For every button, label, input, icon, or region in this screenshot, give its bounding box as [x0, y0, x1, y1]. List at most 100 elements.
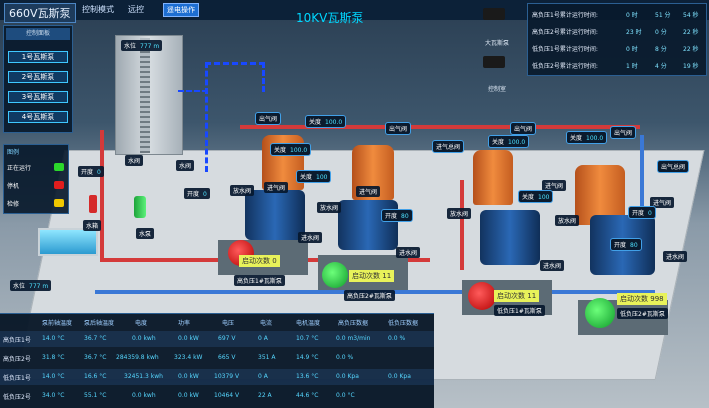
pump-1-button[interactable]: 1号瓦斯泵 — [8, 51, 68, 63]
table-cell: 0.0 Kpa — [388, 373, 411, 380]
pipe — [178, 90, 208, 93]
outlet-valve-label: 出气阀 — [385, 122, 412, 135]
close-value: 100.0 — [508, 139, 526, 146]
close-tag: 关度 100.0 — [270, 143, 312, 156]
table-cell: 665 V — [218, 354, 236, 361]
column-header: 电度 — [135, 320, 148, 327]
control-mode-label: 控制模式 — [82, 5, 114, 14]
pump-3-button[interactable]: 3号瓦斯泵 — [8, 91, 68, 103]
table-cell: 351 A — [258, 354, 276, 361]
close-label: 关度 — [309, 119, 322, 126]
pump-body[interactable] — [480, 210, 540, 265]
runtime-seconds: 19 秒 — [683, 63, 699, 70]
motor-running-icon[interactable] — [585, 298, 615, 328]
table-row — [0, 350, 434, 366]
close-tag: 关度 100 — [518, 190, 554, 203]
bottom-level-value: 777 m — [29, 283, 49, 290]
camera-icon[interactable] — [483, 56, 505, 68]
outlet-valve-label: 出气阀 — [255, 112, 282, 125]
runtime-minutes: 51 分 — [655, 12, 671, 19]
close-label: 关度 — [492, 139, 505, 146]
separator-tank — [473, 150, 513, 205]
start-count-label: 启动次数 — [620, 295, 648, 303]
close-label: 关度 — [570, 135, 583, 142]
stopped-status-icon — [54, 181, 64, 189]
runtime-panel: 高负压1号累计运行时间: 0 时 51 分 54 秒 高负压2号累计运行时间: … — [527, 3, 707, 76]
table-cell: 13.6 °C — [296, 373, 319, 380]
opening-tag: 开度 80 — [381, 209, 413, 222]
pump-name: 低负压1#瓦斯泵 — [494, 305, 545, 316]
drain-valve-label: 放水阀 — [317, 202, 342, 213]
inwater-valve-label: 进水阀 — [663, 251, 688, 262]
inlet-valve-label: 进气阀 — [356, 186, 381, 197]
start-count-tag: 启动次数 11 — [494, 290, 540, 302]
inwater-valve-label: 进水阀 — [298, 232, 323, 243]
motor-running-icon[interactable] — [322, 262, 348, 288]
opening-tag: 开度 80 — [610, 238, 642, 251]
opening-label: 开度 — [81, 169, 94, 176]
start-count-tag: 启动次数 11 — [349, 270, 395, 282]
column-header: 功率 — [178, 320, 191, 327]
close-label: 关度 — [300, 174, 313, 181]
pump-body[interactable] — [338, 200, 398, 250]
table-cell: 10464 V — [214, 392, 240, 399]
maintenance-status-icon — [54, 199, 64, 207]
running-status-icon — [54, 163, 64, 171]
valve-icon[interactable] — [89, 195, 97, 213]
close-value: 100.0 — [290, 147, 308, 154]
column-header: 高负压数据 — [338, 320, 369, 327]
row-label: 高负压1号 — [3, 337, 31, 344]
opening-value: 0 — [648, 210, 652, 217]
opening-tag: 开度 0 — [628, 206, 656, 219]
table-cell: 16.6 °C — [84, 373, 107, 380]
close-value: 100 — [316, 174, 328, 181]
water-valve-label: 水阀 — [125, 155, 144, 166]
legend-title: 图例 — [7, 149, 20, 156]
bottom-level-label: 水位 — [13, 283, 26, 290]
start-count-label: 启动次数 — [352, 272, 380, 280]
table-cell: 14.9 °C — [296, 354, 319, 361]
legend-running-label: 正在运行 — [7, 165, 32, 172]
pipe — [100, 130, 104, 260]
local-op-button[interactable]: 遥电操作 — [163, 3, 199, 17]
inwater-valve-label: 进水阀 — [396, 247, 421, 258]
table-cell: 44.6 °C — [296, 392, 319, 399]
table-cell: 22 A — [258, 392, 272, 399]
runtime-minutes: 8 分 — [655, 46, 667, 53]
camera-control-label: 控制室 — [488, 86, 507, 93]
pump-body[interactable] — [245, 190, 305, 240]
top-level-value: 777 m — [140, 43, 160, 50]
inwater-valve-label: 进水阀 — [540, 260, 565, 271]
motor-stopped-icon[interactable] — [468, 282, 496, 310]
camera-icon[interactable] — [483, 8, 505, 20]
close-tag: 关度 100 — [296, 170, 332, 183]
runtime-minutes: 0 分 — [655, 29, 667, 36]
pipe — [460, 180, 464, 270]
water-tank — [38, 228, 98, 256]
legend-maintenance-label: 检修 — [7, 201, 20, 208]
column-header: 泵后轴温度 — [84, 320, 115, 327]
opening-label: 开度 — [632, 210, 645, 217]
start-count-value: 0 — [272, 257, 277, 265]
top-level-label: 水位 — [124, 43, 137, 50]
outlet-valve-label: 出气阀 — [510, 122, 537, 135]
start-count-label: 启动次数 — [497, 292, 525, 300]
runtime-minutes: 4 分 — [655, 63, 667, 70]
column-header: 电压 — [222, 320, 235, 327]
pump-2-button[interactable]: 2号瓦斯泵 — [8, 71, 68, 83]
pump-4-button[interactable]: 4号瓦斯泵 — [8, 111, 68, 123]
pipe — [205, 62, 208, 172]
close-tag: 关度 100.0 — [566, 131, 608, 144]
water-pump-icon[interactable] — [134, 196, 146, 218]
runtime-hours: 0 时 — [626, 12, 638, 19]
table-cell: 34.0 °C — [42, 392, 65, 399]
column-header: 电机温度 — [296, 320, 321, 327]
runtime-hours: 0 时 — [626, 46, 638, 53]
remote-mode-button[interactable]: 远控 — [128, 4, 144, 15]
runtime-seconds: 54 秒 — [683, 12, 699, 19]
column-header: 低负压数据 — [388, 320, 419, 327]
runtime-label: 低负压2号累计运行时间: — [532, 63, 598, 70]
pump-name: 高负压1#瓦斯泵 — [234, 275, 285, 286]
opening-value: 0 — [203, 191, 207, 198]
table-cell: 0.0 kwh — [132, 335, 156, 342]
